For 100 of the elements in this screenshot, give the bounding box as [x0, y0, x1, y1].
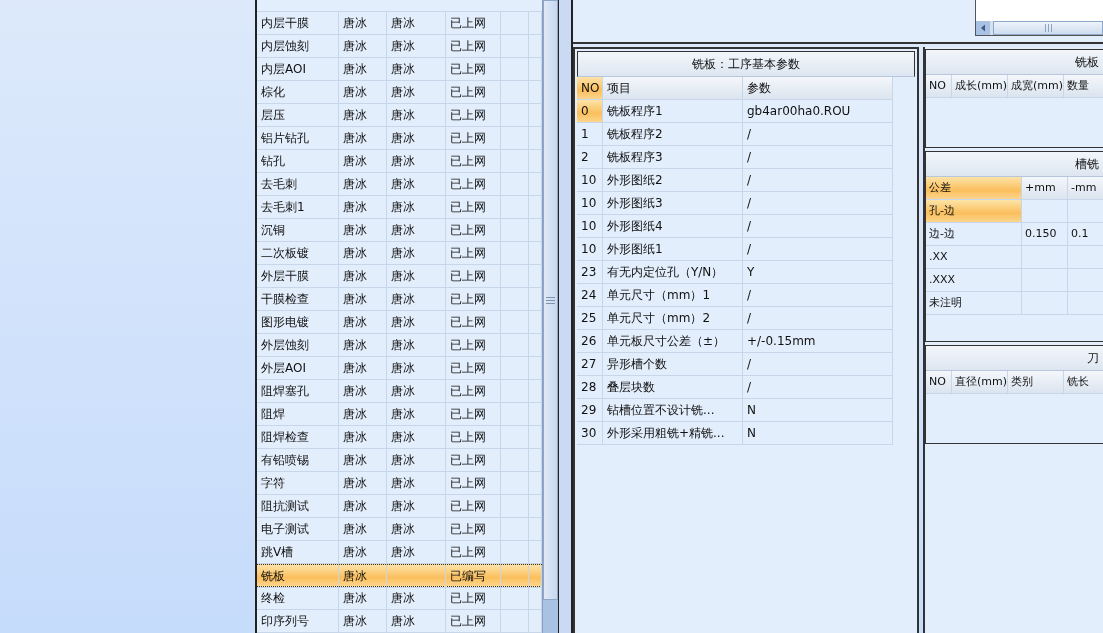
tolerance-row[interactable]: .XX — [926, 246, 1103, 269]
parameter-row[interactable]: 10 外形图纸1 / — [577, 238, 915, 261]
column-header[interactable]: -mm — [1068, 177, 1103, 200]
column-header[interactable]: 成宽(mm) — [1008, 75, 1064, 98]
table-cell — [1022, 292, 1068, 315]
column-header[interactable]: 项目 — [603, 77, 743, 100]
parameter-row[interactable]: 26 单元板尺寸公差（±） +/-0.15mm — [577, 330, 915, 353]
column-header[interactable]: NO — [926, 75, 952, 98]
section-title: 槽铣 — [1075, 156, 1099, 173]
row-number: 2 — [577, 146, 603, 169]
parameter-row[interactable]: 10 外形图纸2 / — [577, 169, 915, 192]
row-number: 0 — [577, 100, 603, 123]
process-row[interactable]: 阻焊检查 唐冰 唐冰 已上网 — [257, 426, 542, 449]
table-cell: 叠层块数 — [603, 376, 743, 399]
table-cell: / — [743, 376, 893, 399]
panel-title: 铣板：工序基本参数 — [577, 51, 915, 77]
section-title: 刀 — [1087, 350, 1099, 367]
process-row[interactable]: 电子测试 唐冰 唐冰 已上网 — [257, 518, 542, 541]
table-cell: 孔-边 — [926, 200, 1022, 223]
parameter-row[interactable]: 29 钻槽位置不设计铣... N — [577, 399, 915, 422]
table-cell: 外形图纸2 — [603, 169, 743, 192]
process-row[interactable]: 去毛刺 唐冰 唐冰 已上网 — [257, 173, 542, 196]
process-row[interactable]: 字符 唐冰 唐冰 已上网 — [257, 472, 542, 495]
process-row[interactable]: 干膜检查 唐冰 唐冰 已上网 — [257, 288, 542, 311]
process-row[interactable]: 棕化 唐冰 唐冰 已上网 — [257, 81, 542, 104]
column-header[interactable]: 参数 — [743, 77, 893, 100]
process-row[interactable]: 外层干膜 唐冰 唐冰 已上网 — [257, 265, 542, 288]
parameter-row[interactable]: 27 异形槽个数 / — [577, 353, 915, 376]
table-cell: N — [743, 422, 893, 445]
table-cell: / — [743, 169, 893, 192]
table-cell: / — [743, 307, 893, 330]
table-cell: .XX — [926, 246, 1022, 269]
process-row[interactable]: 终检 唐冰 唐冰 已上网 — [257, 587, 542, 610]
column-header[interactable]: 数量 — [1064, 75, 1103, 98]
table-cell: 唐冰 — [339, 610, 387, 633]
table-cell: +/-0.15mm — [743, 330, 893, 353]
column-header[interactable]: +mm — [1022, 177, 1068, 200]
process-row[interactable]: 外层蚀刻 唐冰 唐冰 已上网 — [257, 334, 542, 357]
process-row[interactable]: 铝片钻孔 唐冰 唐冰 已上网 — [257, 127, 542, 150]
process-row[interactable]: 有铅喷锡 唐冰 唐冰 已上网 — [257, 449, 542, 472]
process-row[interactable]: 跳V槽 唐冰 唐冰 已上网 — [257, 541, 542, 564]
table-cell — [1022, 269, 1068, 292]
table-cell: N — [743, 399, 893, 422]
column-header[interactable]: 直径(mm) — [952, 371, 1008, 394]
parameter-row[interactable]: 10 外形图纸4 / — [577, 215, 915, 238]
parameter-row[interactable]: 25 单元尺寸（mm）2 / — [577, 307, 915, 330]
table-cell: 0.1 — [1068, 223, 1103, 246]
parameter-row[interactable]: 23 有无内定位孔（Y/N） Y — [577, 261, 915, 284]
parameter-row[interactable]: 30 外形采用粗铣+精铣... N — [577, 422, 915, 445]
table-cell: / — [743, 123, 893, 146]
tolerance-row[interactable]: 未注明 — [926, 292, 1103, 315]
process-row[interactable]: 内层蚀刻 唐冰 唐冰 已上网 — [257, 35, 542, 58]
process-row[interactable]: 图形电镀 唐冰 唐冰 已上网 — [257, 311, 542, 334]
process-row[interactable]: 二次板镀 唐冰 唐冰 已上网 — [257, 242, 542, 265]
table-cell: 铣板程序2 — [603, 123, 743, 146]
process-row[interactable]: 层压 唐冰 唐冰 已上网 — [257, 104, 542, 127]
table-cell: / — [743, 353, 893, 376]
process-row[interactable]: 阻抗测试 唐冰 唐冰 已上网 — [257, 495, 542, 518]
parameter-row[interactable]: 24 单元尺寸（mm）1 / — [577, 284, 915, 307]
table-cell: 0.150 — [1022, 223, 1068, 246]
process-row[interactable]: 内层干膜 唐冰 唐冰 已上网 — [257, 12, 542, 35]
section-title: 铣板 — [1075, 54, 1099, 71]
column-header[interactable]: 铣长 — [1064, 371, 1103, 394]
parameter-row[interactable]: 28 叠层块数 / — [577, 376, 915, 399]
splitter[interactable] — [558, 0, 573, 633]
process-row[interactable]: 沉铜 唐冰 唐冰 已上网 — [257, 219, 542, 242]
row-number: 26 — [577, 330, 603, 353]
process-row[interactable]: 阻焊塞孔 唐冰 唐冰 已上网 — [257, 380, 542, 403]
process-row[interactable]: 外层AOI 唐冰 唐冰 已上网 — [257, 357, 542, 380]
row-number: 29 — [577, 399, 603, 422]
grip-icon — [546, 296, 555, 304]
process-row[interactable]: 去毛刺1 唐冰 唐冰 已上网 — [257, 196, 542, 219]
parameter-row[interactable]: 2 铣板程序3 / — [577, 146, 915, 169]
tolerance-row[interactable]: 边-边 0.150 0.1 — [926, 223, 1103, 246]
tolerance-row[interactable]: .XXX — [926, 269, 1103, 292]
parameter-row[interactable]: 10 外形图纸3 / — [577, 192, 915, 215]
process-row[interactable]: 钻孔 唐冰 唐冰 已上网 — [257, 150, 542, 173]
parameter-row[interactable]: 0 铣板程序1 gb4ar00ha0.ROU — [577, 100, 915, 123]
table-cell: 钻槽位置不设计铣... — [603, 399, 743, 422]
table-cell: 单元板尺寸公差（±） — [603, 330, 743, 353]
table-cell: 外形图纸4 — [603, 215, 743, 238]
table-cell: 单元尺寸（mm）2 — [603, 307, 743, 330]
tolerance-row[interactable]: 孔-边 — [926, 200, 1103, 223]
table-cell: 有无内定位孔（Y/N） — [603, 261, 743, 284]
process-row[interactable]: 内层AOI 唐冰 唐冰 已上网 — [257, 58, 542, 81]
process-row[interactable]: 印序列号 唐冰 唐冰 已上网 — [257, 610, 542, 633]
table-cell: / — [743, 238, 893, 261]
table-cell: 外形采用粗铣+精铣... — [603, 422, 743, 445]
column-header[interactable]: 成长(mm) — [952, 75, 1008, 98]
row-number: 27 — [577, 353, 603, 376]
process-row[interactable]: 阻焊 唐冰 唐冰 已上网 — [257, 403, 542, 426]
column-header[interactable]: 类别 — [1008, 371, 1064, 394]
process-row[interactable]: 铣板 唐冰 已编写 — [257, 564, 542, 587]
table-cell: 已上网 — [446, 610, 501, 633]
parameter-row[interactable]: 1 铣板程序2 / — [577, 123, 915, 146]
column-header[interactable]: NO — [926, 371, 952, 394]
table-cell: 铣板程序3 — [603, 146, 743, 169]
grip-icon — [1044, 24, 1052, 32]
column-header[interactable]: NO — [577, 77, 603, 100]
column-header[interactable]: 公差 — [926, 177, 1022, 200]
